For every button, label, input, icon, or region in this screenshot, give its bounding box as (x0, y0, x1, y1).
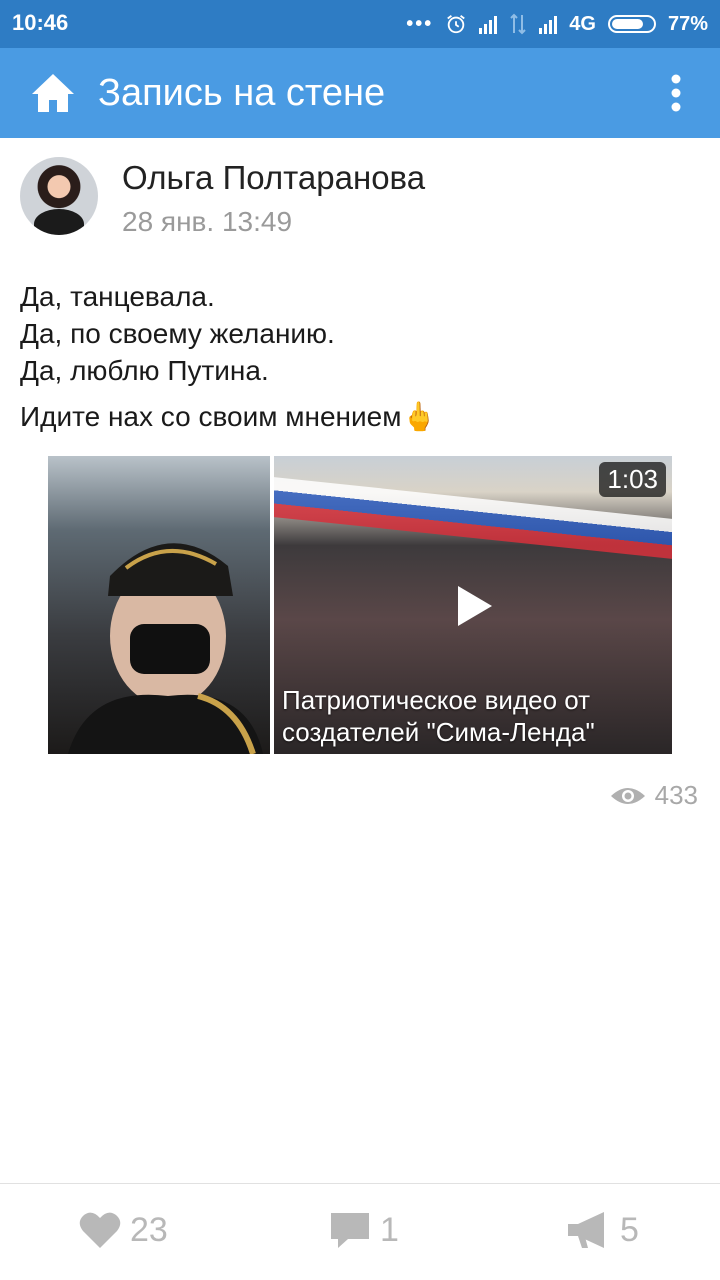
comments-count: 1 (380, 1210, 399, 1249)
more-notifications-icon: ••• (406, 12, 434, 35)
post-date: 28 янв. 13:49 (122, 206, 293, 237)
status-bar: 10:46 ••• 4G 77% (0, 0, 720, 48)
megaphone-icon (568, 1212, 604, 1248)
data-transfer-icon (510, 13, 526, 35)
signal-2-icon (539, 14, 558, 34)
play-icon[interactable] (458, 586, 492, 626)
status-icons: ••• 4G 77% (406, 10, 708, 38)
video-title[interactable]: Патриотическое видео от создателей "Сима… (282, 684, 664, 748)
app-bar: Запись на стене (0, 48, 720, 138)
views-counter: 433 (609, 780, 698, 811)
page-title: Запись на стене (98, 72, 386, 114)
post-text-line: Да, по своему желанию. (20, 318, 335, 349)
video-title-line: создателей "Сима-Ленда" (282, 717, 595, 747)
eye-icon (610, 787, 645, 804)
battery-icon (607, 15, 656, 33)
post-text-line: Да, танцевала. (20, 281, 215, 312)
likes-count: 23 (130, 1210, 168, 1249)
network-type: 4G (569, 12, 596, 35)
comment-icon (331, 1213, 369, 1248)
post-text-line: Идите нах со своим мнением🖕 (20, 401, 437, 432)
video-attachment[interactable]: 1:03 Патриотическое видео от создателей … (274, 456, 672, 754)
more-options-icon[interactable] (670, 74, 682, 112)
repost-button[interactable]: 5 (566, 1210, 639, 1250)
footer-divider (0, 1183, 720, 1184)
photo-attachment[interactable] (48, 456, 270, 754)
battery-percent: 77% (667, 12, 708, 35)
post-text-line: Да, люблю Путина. (20, 355, 269, 386)
reposts-count: 5 (620, 1210, 639, 1249)
comment-button[interactable]: 1 (328, 1210, 399, 1250)
author-avatar[interactable] (20, 157, 98, 235)
author-name[interactable]: Ольга Полтаранова (122, 159, 425, 197)
views-count: 433 (654, 780, 698, 810)
alarm-icon (447, 15, 466, 34)
like-button[interactable]: 23 (78, 1210, 168, 1250)
signal-icon (479, 14, 498, 34)
photo-content (68, 543, 263, 754)
heart-icon (79, 1212, 121, 1248)
status-time: 10:46 (12, 10, 69, 35)
video-title-line: Патриотическое видео от (282, 685, 591, 715)
video-duration: 1:03 (599, 462, 666, 497)
home-icon[interactable] (30, 72, 76, 114)
post-text: Да, танцевала. Да, по своему желанию. Да… (20, 278, 700, 435)
